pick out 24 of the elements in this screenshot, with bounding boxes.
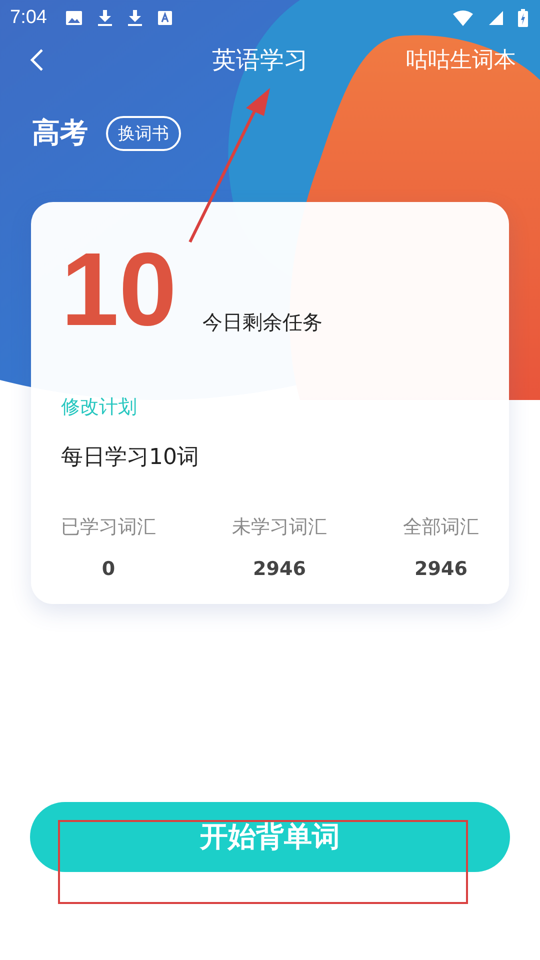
edit-plan-link[interactable]: 修改计划 [61,394,137,420]
stat-label: 全部词汇 [403,515,479,540]
stat-value: 0 [102,558,116,580]
signal-icon [488,10,504,26]
switch-book-button[interactable]: 换词书 [106,116,181,150]
vocabulary-book-link[interactable]: 咕咕生词本 [406,45,516,75]
stat-value: 2946 [253,558,306,580]
battery-icon [518,9,528,27]
image-icon [64,10,83,26]
wifi-icon [452,10,474,26]
font-icon [156,10,173,26]
remaining-label: 今日剩余任务 [202,309,323,336]
download-icon [96,9,113,27]
stat-value: 2946 [414,558,468,580]
start-button[interactable]: 开始背单词 [30,802,510,872]
daily-plan: 每日学习10词 [61,444,200,472]
remaining-count: 10 [61,242,177,338]
page-title: 英语学习 [211,45,309,76]
book-name: 高考 [32,115,88,151]
status-time: 7:04 [10,7,47,29]
download-icon [126,9,143,27]
stat-label: 已学习词汇 [61,515,156,540]
stat-label: 未学习词汇 [232,515,327,540]
back-icon[interactable] [30,48,44,72]
